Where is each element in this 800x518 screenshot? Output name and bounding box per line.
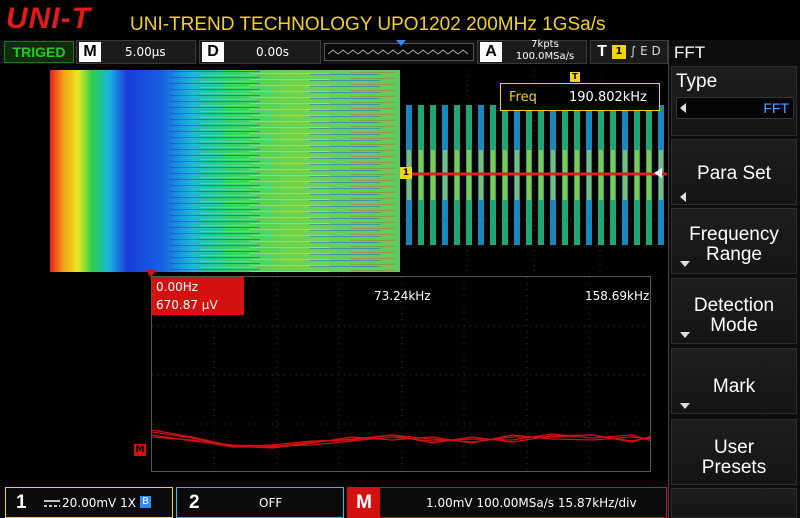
user-presets-label-1: User — [713, 437, 755, 458]
trigger-marker[interactable]: T — [570, 72, 580, 82]
chevron-down-icon — [680, 332, 690, 338]
channel1-number: 1 — [16, 492, 27, 513]
delay-label: D — [202, 42, 224, 62]
trigger-position-marker — [396, 40, 406, 46]
trigger-label: T — [597, 43, 607, 60]
mark-label: Mark — [712, 376, 756, 397]
frequency-measurement: Freq 190.802kHz — [500, 83, 660, 111]
menu-spare-button[interactable] — [671, 488, 797, 518]
channel1-scale: 20.00mV 1X — [62, 496, 136, 510]
para-set-button[interactable]: Para Set — [671, 139, 797, 205]
chevron-down-icon — [680, 261, 690, 267]
waterfall-display — [50, 70, 400, 272]
math-channel-settings: 1.00mV 100.00MSa/s 15.87kHz/div — [426, 496, 637, 510]
menu-title: FFT — [674, 43, 706, 62]
channel2-box[interactable]: 2 OFF — [176, 487, 344, 518]
math-level-marker[interactable]: M — [134, 444, 146, 456]
frequency-range-button[interactable]: Frequency Range — [671, 208, 797, 274]
fft-cursor-readout: 0.00Hz 670.87 µV — [152, 277, 244, 315]
channel1-box[interactable]: 1 20.00mV 1X B — [5, 487, 173, 518]
user-presets-button[interactable]: User Presets — [671, 419, 797, 485]
type-menu-button[interactable]: Type FFT — [671, 66, 797, 136]
para-set-label: Para Set — [697, 163, 771, 184]
detection-mode-label-2: Mode — [710, 315, 758, 336]
detection-mode-button[interactable]: Detection Mode — [671, 278, 797, 344]
bandwidth-limit-badge: B — [140, 496, 151, 508]
timebase-value: 5.00µs — [125, 45, 166, 59]
channel2-state: OFF — [259, 496, 283, 510]
brand-logo: UNI-T — [6, 2, 91, 35]
dc-coupling-icon — [44, 500, 60, 507]
freq-value: 190.802kHz — [569, 90, 647, 105]
trigger-edge-indicator: ∫ E D — [630, 44, 661, 58]
chevron-down-icon — [680, 403, 690, 409]
fft-cursor-amplitude: 670.87 µV — [156, 298, 218, 312]
trigger-source-badge: 1 — [612, 45, 626, 59]
delay-value: 0.00s — [256, 45, 289, 59]
acquire-points: 7kpts — [531, 39, 559, 50]
instrument-title: UNI-TREND TECHNOLOGY UPO1202 200MHz 1GSa… — [130, 14, 606, 35]
trigger-position-waveform — [327, 49, 469, 55]
frequency-range-label-2: Range — [706, 244, 762, 265]
freq-label: Freq — [509, 90, 537, 105]
user-presets-label-2: Presets — [701, 457, 767, 478]
acquire-rate: 100.0MSa/s — [515, 51, 575, 62]
timebase-label: M — [79, 42, 101, 62]
type-label: Type — [676, 71, 718, 92]
type-value: FFT — [676, 97, 794, 119]
acquire-label: A — [480, 42, 502, 62]
frequency-range-label-1: Frequency — [689, 224, 779, 245]
trigger-level-icon[interactable] — [654, 168, 662, 178]
cycle-left-icon — [680, 192, 686, 202]
trigger-state-badge: TRIGED — [4, 41, 74, 63]
channel1-level-marker[interactable]: 1 — [400, 167, 412, 179]
fft-center-frequency: 73.24kHz — [374, 289, 431, 303]
fft-cursor-frequency: 0.00Hz — [156, 280, 199, 294]
mark-button[interactable]: Mark — [671, 348, 797, 414]
cycle-left-icon — [680, 103, 686, 113]
detection-mode-label-1: Detection — [693, 295, 775, 316]
channel2-number: 2 — [189, 492, 200, 513]
math-channel-box[interactable]: M 1.00mV 100.00MSa/s 15.87kHz/div — [347, 487, 667, 518]
fft-end-frequency: 158.69kHz — [585, 289, 650, 303]
math-channel-label: M — [348, 488, 380, 517]
